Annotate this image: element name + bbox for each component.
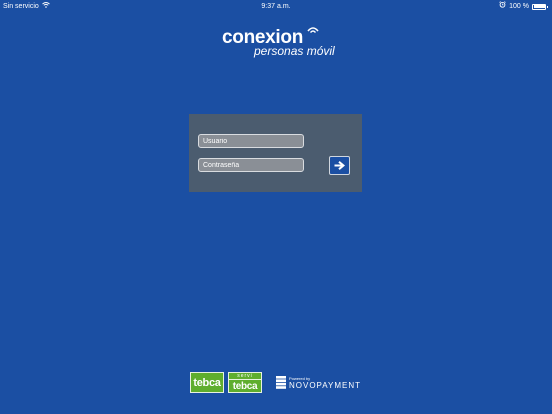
- username-field[interactable]: [198, 134, 304, 148]
- novopayment-mark-icon: [276, 376, 286, 389]
- logo-subtitle: personas móvil: [254, 44, 335, 58]
- battery-icon: [532, 3, 548, 10]
- status-right: 100 %: [499, 0, 548, 13]
- tebca-logo-text: tebca: [193, 376, 221, 389]
- footer: tebca servi tebca Powered by NOVOPAYMENT: [0, 371, 552, 395]
- servitebca-small-text: servi: [229, 373, 261, 380]
- servitebca-logo: servi tebca: [228, 372, 262, 393]
- battery-label: 100 %: [509, 3, 529, 10]
- alarm-icon: [499, 0, 506, 13]
- password-field[interactable]: [198, 158, 304, 172]
- login-submit-button[interactable]: [329, 156, 350, 175]
- tebca-logo: tebca: [190, 372, 224, 393]
- conexion-logo: conexion personas móvil: [222, 27, 342, 67]
- signal-wave-icon: [307, 27, 319, 33]
- servitebca-big-text: tebca: [232, 381, 258, 392]
- status-time: 9:37 a.m.: [261, 3, 291, 10]
- novopayment-logo: Powered by NOVOPAYMENT: [276, 375, 366, 393]
- login-panel: [189, 114, 362, 192]
- arrow-right-icon: [334, 161, 345, 170]
- status-bar: Sin servicio 9:37 a.m. 100 %: [0, 0, 552, 13]
- novopayment-text: NOVOPAYMENT: [289, 381, 362, 390]
